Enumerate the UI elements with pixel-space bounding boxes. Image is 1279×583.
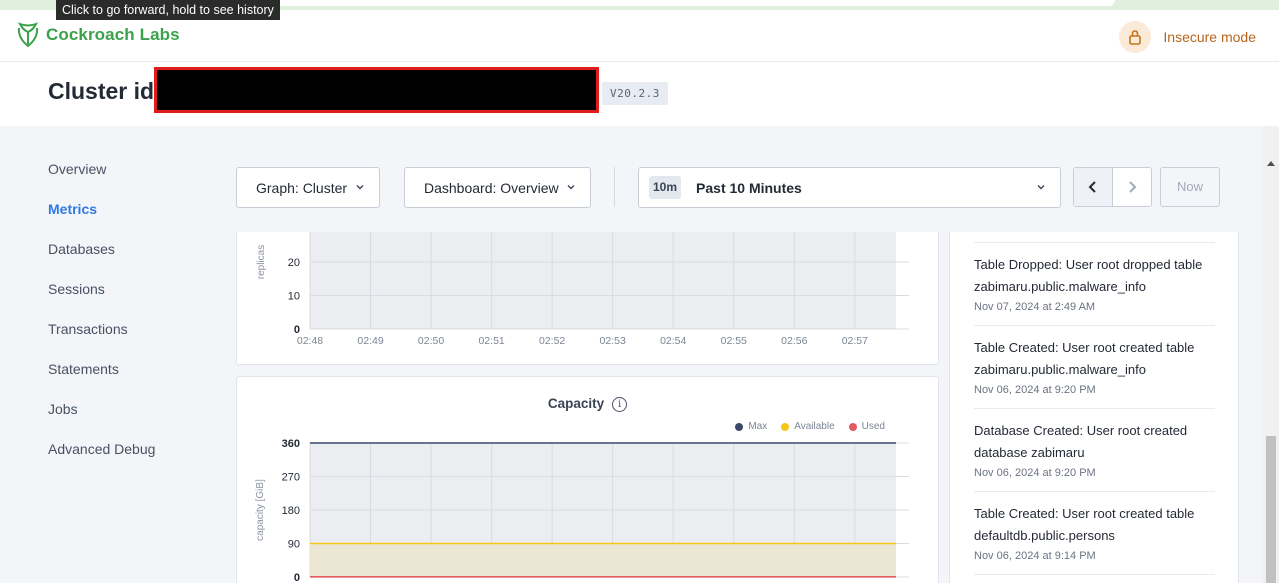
event-item[interactable]: Table Created: User root created table d… — [974, 491, 1215, 562]
event-title: Table Created: User root created table d… — [974, 506, 1195, 543]
chevron-down-icon — [567, 185, 575, 190]
x-tick-label: 02:52 — [539, 335, 565, 347]
sidebar-nav: Overview Metrics Databases Sessions Tran… — [48, 160, 155, 480]
chevron-right-icon — [1129, 181, 1137, 193]
capacity-chart-panel: Capacity i Max Available Used 0 90 180 270 36… — [236, 376, 939, 583]
y-tick-label: 90 — [288, 539, 300, 551]
event-item[interactable]: Database Created: User root created data… — [974, 408, 1215, 479]
event-item[interactable]: Table Created: User root created table z… — [974, 325, 1215, 396]
sidebar-item-sessions[interactable]: Sessions — [48, 280, 155, 320]
x-tick-label: 02:51 — [478, 335, 504, 347]
event-divider — [974, 574, 1215, 575]
insecure-mode-label: Insecure mode — [1163, 29, 1256, 45]
previous-time-button[interactable] — [1074, 168, 1113, 206]
version-badge: V20.2.3 — [602, 82, 668, 105]
graph-dropdown[interactable]: Graph: Cluster — [236, 167, 380, 208]
next-time-button[interactable] — [1113, 168, 1152, 206]
event-time: Nov 07, 2024 at 2:49 AM — [974, 301, 1096, 313]
x-tick-label: 02:50 — [418, 335, 444, 347]
y-tick-label: 180 — [282, 505, 300, 517]
forward-button-tooltip: Click to go forward, hold to see history — [56, 0, 280, 20]
lock-icon — [1119, 21, 1152, 53]
cockroach-logo-icon — [17, 22, 39, 48]
event-title: Table Dropped: User root dropped table z… — [974, 257, 1203, 294]
x-tick-label: 02:53 — [600, 335, 626, 347]
chevron-down-icon — [1037, 185, 1045, 190]
cluster-id-label: Cluster id: — [48, 78, 162, 104]
plot-area — [310, 232, 896, 329]
capacity-axis-label: capacity [GiB] — [255, 479, 266, 541]
logo[interactable]: Cockroach Labs — [16, 22, 180, 48]
events-panel: Table Dropped: User root dropped table z… — [949, 232, 1239, 583]
event-title: Table Created: User root created table z… — [974, 340, 1195, 377]
y-tick-label: 360 — [282, 438, 300, 450]
replicas-axis-label: replicas — [256, 245, 267, 279]
event-time: Nov 06, 2024 at 9:20 PM — [974, 467, 1096, 479]
replicas-chart: 02:48 02:49 02:50 02:51 02:52 02:53 02:54 02:55… — [256, 232, 909, 347]
y-tick-label: 20 — [288, 257, 300, 269]
sidebar-item-databases[interactable]: Databases — [48, 240, 155, 280]
sidebar-item-statements[interactable]: Statements — [48, 360, 155, 400]
x-tick-label: 02:48 — [297, 335, 323, 347]
filter-divider — [614, 167, 615, 207]
dashboard-dropdown[interactable]: Dashboard: Overview — [404, 167, 591, 208]
chevron-down-icon — [356, 185, 364, 190]
y-tick-label: 0 — [294, 324, 300, 336]
insecure-mode-indicator[interactable]: Insecure mode — [1119, 21, 1256, 53]
event-time: Nov 06, 2024 at 9:20 PM — [974, 384, 1096, 396]
sidebar-item-advanced-debug[interactable]: Advanced Debug — [48, 440, 155, 480]
x-tick-label: 02:54 — [660, 335, 686, 347]
page-scrollbar[interactable] — [1262, 126, 1279, 583]
replicas-chart-panel: 02:48 02:49 02:50 02:51 02:52 02:53 02:54 02:55… — [236, 232, 939, 365]
time-range-badge: 10m — [649, 176, 682, 199]
x-tick-label: 02:55 — [721, 335, 747, 347]
y-tick-label: 270 — [282, 472, 300, 484]
sidebar-item-transactions[interactable]: Transactions — [48, 320, 155, 360]
cluster-id-redaction — [154, 67, 599, 113]
y-tick-label: 0 — [294, 572, 300, 583]
scrollbar-thumb[interactable] — [1266, 436, 1276, 583]
cluster-header: Cluster id: V20.2.3 — [0, 62, 1279, 126]
capacity-chart: 0 90 180 270 360 capacity [GiB] — [255, 438, 909, 583]
event-time: Nov 06, 2024 at 9:14 PM — [974, 550, 1096, 562]
x-tick-label: 02:49 — [357, 335, 383, 347]
now-button[interactable]: Now — [1160, 167, 1220, 207]
scroll-up-arrow-icon[interactable] — [1267, 161, 1275, 166]
event-item[interactable]: Table Dropped: User root dropped table z… — [974, 242, 1215, 313]
graph-dropdown-label: Graph: Cluster — [256, 179, 348, 196]
time-range-dropdown[interactable]: 10m Past 10 Minutes — [638, 167, 1061, 208]
browser-address-bar[interactable] — [270, 0, 1115, 6]
time-range-label: Past 10 Minutes — [696, 179, 802, 196]
sidebar-item-jobs[interactable]: Jobs — [48, 400, 155, 440]
event-title: Database Created: User root created data… — [974, 423, 1188, 460]
available-area — [310, 543, 896, 577]
sidebar-item-metrics[interactable]: Metrics — [48, 200, 155, 240]
time-navigation — [1073, 167, 1152, 207]
y-tick-label: 10 — [288, 291, 300, 303]
dashboard-dropdown-label: Dashboard: Overview — [424, 179, 559, 196]
sidebar-item-overview[interactable]: Overview — [48, 160, 155, 200]
x-tick-label: 02:57 — [842, 335, 868, 347]
chevron-left-icon — [1088, 181, 1096, 193]
x-tick-label: 02:56 — [781, 335, 807, 347]
logo-text: Cockroach Labs — [46, 25, 180, 44]
